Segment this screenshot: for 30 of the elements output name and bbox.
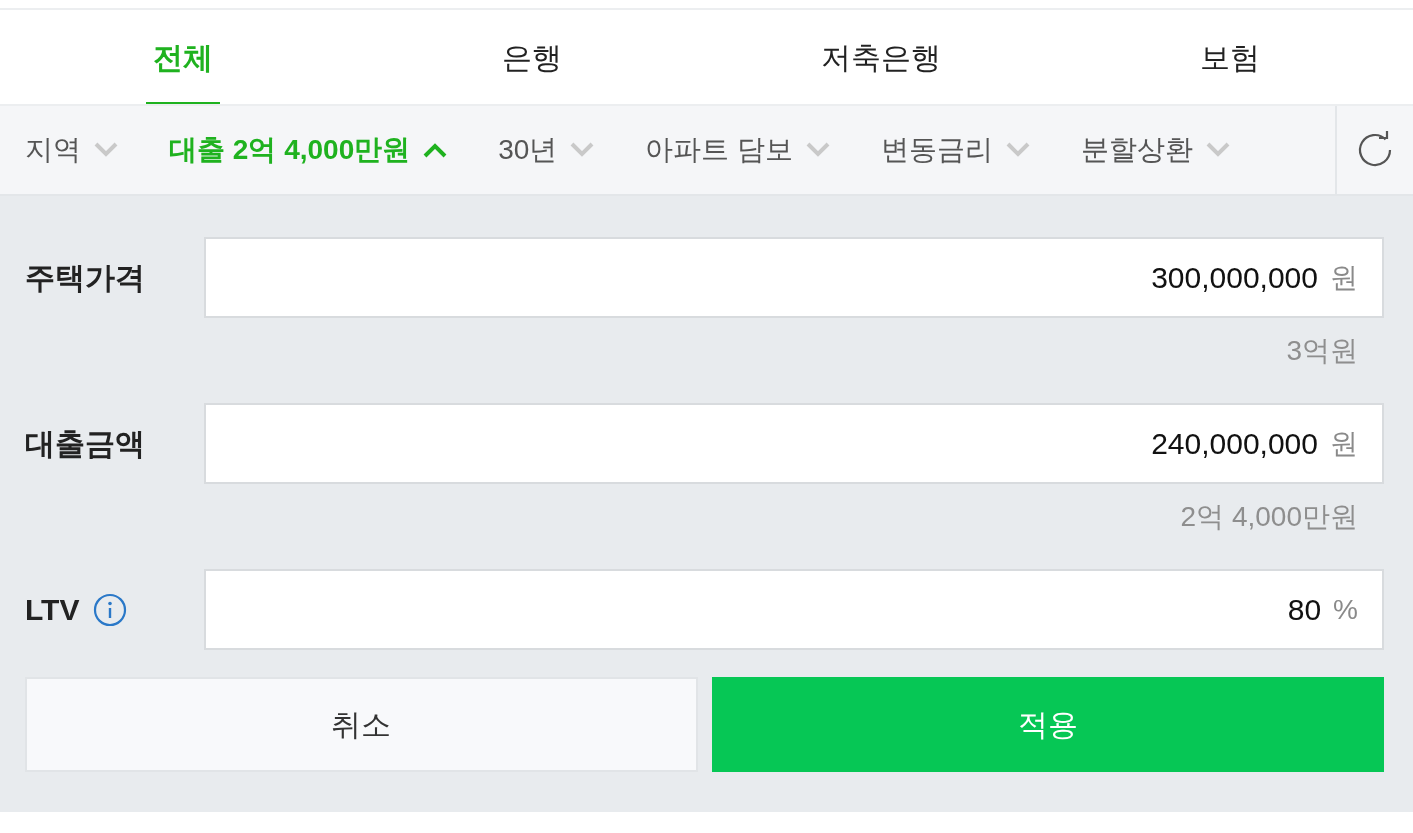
input-value: 300,000,000 <box>1151 260 1318 296</box>
amount-input[interactable]: 240,000,000 원 <box>204 403 1384 484</box>
input-value: 80 <box>1287 592 1322 628</box>
unit-label: 원 <box>1330 426 1358 461</box>
filter-dropdown[interactable]: 30년 <box>498 129 596 171</box>
amount-input[interactable]: 300,000,000 원 <box>204 237 1384 318</box>
category-tab[interactable]: 은행 <box>494 10 569 104</box>
chevron-down-icon <box>569 142 596 158</box>
category-tab[interactable]: 보험 <box>1193 10 1268 104</box>
amount-hint: 2억 4,000만원 <box>1180 500 1358 534</box>
unit-label: % <box>1333 592 1358 627</box>
cancel-button[interactable]: 취소 <box>25 677 698 772</box>
category-tab[interactable]: 저축은행 <box>814 10 949 104</box>
chevron-down-icon <box>93 142 119 158</box>
filter-dropdown[interactable]: 아파트 담보 <box>645 129 832 171</box>
info-icon[interactable] <box>93 592 128 627</box>
field-label: 주택가격 <box>25 260 145 296</box>
filter-dropdown[interactable]: 변동금리 <box>881 129 1032 171</box>
chevron-down-icon <box>1205 142 1232 158</box>
amount-input[interactable]: 80 % <box>204 569 1384 650</box>
unit-label: 원 <box>1330 260 1358 295</box>
field-label: LTV <box>25 592 80 628</box>
input-value: 240,000,000 <box>1151 426 1318 462</box>
chevron-down-icon <box>1005 142 1032 158</box>
filter-dropdown[interactable]: 분할상환 <box>1081 129 1232 171</box>
filter-dropdown[interactable]: 지역 <box>25 129 119 171</box>
amount-hint: 3억원 <box>1286 334 1358 368</box>
chevron-up-icon <box>422 142 449 158</box>
chevron-down-icon <box>805 142 832 158</box>
field-label: 대출금액 <box>25 426 145 462</box>
